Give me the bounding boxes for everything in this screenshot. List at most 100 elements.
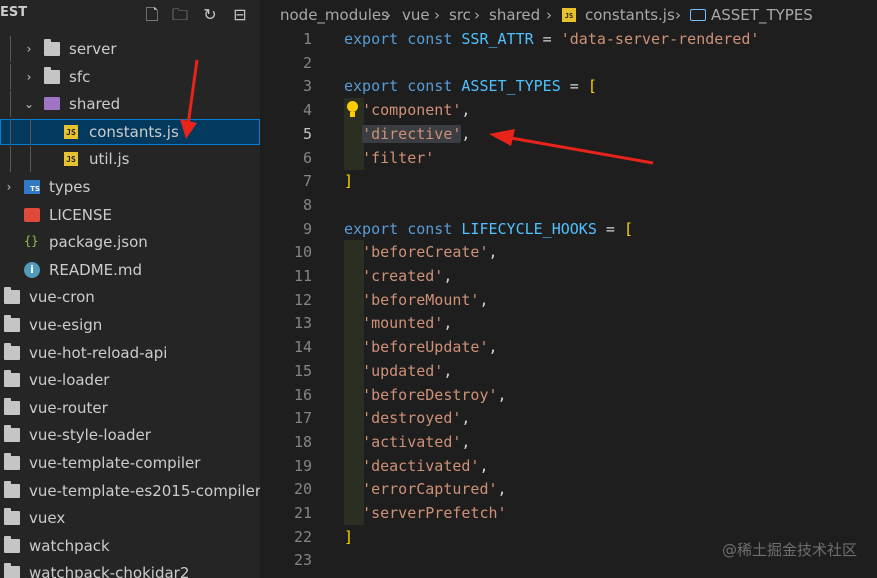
breadcrumb-item-file[interactable]: constants.js — [585, 0, 675, 30]
line-number: 3 — [302, 77, 312, 95]
explorer-sidebar: EST 🗋 🗀 ↻ ⊟ › server › sfc ⌄ shared JS constant… — [0, 0, 260, 578]
line-number: 22 — [293, 528, 312, 546]
line-number: 13 — [293, 314, 312, 332]
tree-item-watchpack-chokidar2[interactable]: watchpack-chokidar2 — [0, 560, 260, 578]
code-line[interactable]: 12 'beforeMount', — [260, 288, 877, 312]
code-line[interactable]: 9 export const LIFECYCLE_HOOKS = [ — [260, 217, 877, 241]
chevron-right-icon: › — [474, 6, 480, 24]
code-line[interactable]: 16 'beforeDestroy', — [260, 383, 877, 407]
code-line[interactable]: 14 'beforeUpdate', — [260, 335, 877, 359]
code-line[interactable]: 10 'beforeCreate', — [260, 240, 877, 264]
chevron-right-icon: › — [385, 6, 391, 24]
breadcrumb-item-shared[interactable]: shared — [489, 0, 540, 30]
code-token-br: ] — [344, 172, 354, 190]
chevron-right-icon[interactable]: › — [2, 174, 16, 200]
tree-item-util-js[interactable]: JS util.js — [0, 146, 260, 172]
code-editor[interactable]: node_modules › vue › src › shared › JS c… — [260, 0, 877, 578]
tree-item-types[interactable]: › TS types — [0, 174, 260, 200]
tree-item-label: vue-template-es2015-compiler — [29, 482, 260, 500]
folder-icon — [4, 563, 20, 578]
folder-icon — [4, 453, 20, 470]
chevron-down-icon[interactable]: ⌄ — [22, 91, 36, 117]
watermark: @稀土掘金技术社区 — [721, 541, 857, 559]
code-text: 'errorCaptured', — [344, 477, 507, 501]
code-line[interactable]: 17 'destroyed', — [260, 406, 877, 430]
line-number: 23 — [293, 551, 312, 569]
line-number: 6 — [302, 149, 312, 167]
tree-item-vue-template-compiler[interactable]: vue-template-compiler — [0, 450, 260, 476]
tree-item-watchpack[interactable]: watchpack — [0, 533, 260, 559]
code-token-op: = — [533, 30, 561, 48]
code-line[interactable]: 20 'errorCaptured', — [260, 477, 877, 501]
code-line[interactable]: 4 'component', — [260, 98, 877, 122]
code-token-cn: ASSET_TYPES — [461, 77, 561, 95]
code-line[interactable]: 21 'serverPrefetch' — [260, 501, 877, 525]
code-token-op: , — [479, 457, 489, 475]
code-line[interactable]: 11 'created', — [260, 264, 877, 288]
new-folder-icon[interactable]: 🗀 — [170, 5, 190, 25]
indent-guide — [30, 119, 31, 145]
code-line[interactable]: 13 'mounted', — [260, 311, 877, 335]
breadcrumb-item-symbol[interactable]: ASSET_TYPES — [711, 0, 813, 30]
collapse-all-icon[interactable]: ⊟ — [230, 5, 250, 25]
tree-item-sfc[interactable]: › sfc — [0, 64, 260, 90]
line-number: 4 — [302, 101, 312, 119]
lightbulb-icon[interactable] — [346, 101, 358, 119]
tree-item-vue-template-es2015-compiler[interactable]: vue-template-es2015-compiler — [0, 478, 260, 504]
code-line[interactable]: 5 'directive', — [260, 122, 877, 146]
tree-item-label: vue-template-compiler — [29, 454, 201, 472]
breadcrumb-item-vue[interactable]: vue — [402, 0, 430, 30]
tree-item-server[interactable]: › server — [0, 36, 260, 62]
line-number: 10 — [293, 243, 312, 261]
code-token-kw: export — [344, 220, 399, 238]
code-line[interactable]: 8 — [260, 193, 877, 217]
folder-icon — [4, 536, 20, 553]
indent-guide — [10, 146, 11, 172]
tree-item-readme-md[interactable]: i README.md — [0, 257, 260, 283]
code-token-str: 'directive' — [362, 125, 462, 143]
code-text: export const SSR_ATTR = 'data-server-ren… — [344, 27, 759, 51]
code-token-str: 'beforeCreate' — [362, 243, 489, 261]
chevron-right-icon[interactable]: › — [22, 36, 36, 62]
code-token-op: , — [488, 338, 498, 356]
tree-item-vue-hot-reload-api[interactable]: vue-hot-reload-api — [0, 340, 260, 366]
breadcrumb-item-src[interactable]: src — [449, 0, 471, 30]
code-line[interactable]: 18 'activated', — [260, 430, 877, 454]
tree-item-package-json[interactable]: {} package.json — [0, 229, 260, 255]
code-token-str: 'filter' — [362, 149, 435, 167]
tree-item-vue-loader[interactable]: vue-loader — [0, 367, 260, 393]
code-token-str: 'beforeMount' — [362, 291, 480, 309]
indent-guide — [10, 36, 11, 62]
tree-item-label: README.md — [49, 261, 143, 279]
code-line[interactable]: 2 — [260, 51, 877, 75]
code-line[interactable]: 19 'deactivated', — [260, 454, 877, 478]
code-line[interactable]: 6 'filter' — [260, 146, 877, 170]
code-line[interactable]: 3 export const ASSET_TYPES = [ — [260, 74, 877, 98]
new-file-icon[interactable]: 🗋 — [142, 5, 162, 25]
chevron-right-icon[interactable]: › — [22, 64, 36, 90]
code-line[interactable]: 15 'updated', — [260, 359, 877, 383]
code-line[interactable]: 7] — [260, 169, 877, 193]
line-number: 12 — [293, 291, 312, 309]
code-token-kw: export — [344, 30, 399, 48]
indent-guide — [10, 64, 11, 90]
tree-item-vue-cron[interactable]: vue-cron — [0, 284, 260, 310]
tree-item-shared[interactable]: ⌄ shared — [0, 91, 260, 117]
tree-item-constants-js[interactable]: JS constants.js — [0, 119, 260, 145]
tree-item-vue-style-loader[interactable]: vue-style-loader — [0, 422, 260, 448]
tree-item-license[interactable]: LICENSE — [0, 202, 260, 228]
code-text: ] — [344, 169, 353, 193]
json-icon: {} — [24, 234, 39, 248]
tree-item-vuex[interactable]: vuex — [0, 505, 260, 531]
tree-item-vue-esign[interactable]: vue-esign — [0, 312, 260, 338]
code-text: 'updated', — [344, 359, 452, 383]
tree-item-vue-router[interactable]: vue-router — [0, 395, 260, 421]
breadcrumb-item-node-modules[interactable]: node_modules — [280, 0, 389, 30]
tree-item-label: vue-hot-reload-api — [29, 344, 168, 362]
code-line[interactable]: 1 export const SSR_ATTR = 'data-server-re… — [260, 27, 877, 51]
refresh-icon[interactable]: ↻ — [200, 5, 220, 25]
